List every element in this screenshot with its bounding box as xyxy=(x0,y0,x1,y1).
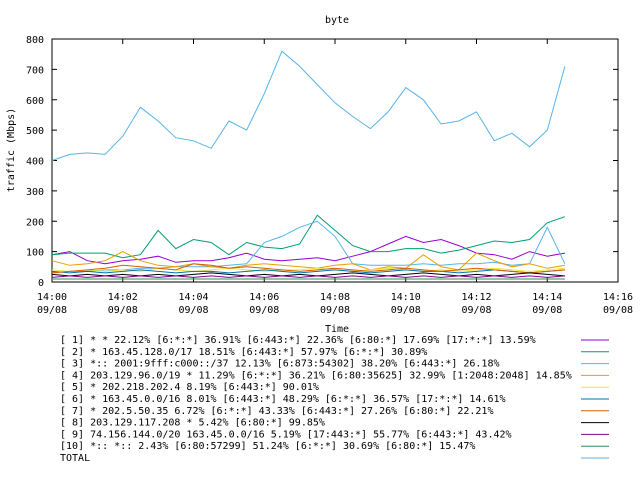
x-tick-date-label: 09/08 xyxy=(532,305,562,316)
series-layer xyxy=(51,50,566,280)
y-tick-label: 800 xyxy=(26,35,44,46)
legend-label-11: TOTAL xyxy=(60,453,90,464)
chart-svg: byte 0 100 200 300 400 500 600 700 800 14:00 09/0… xyxy=(6,15,633,464)
x-tick-date-label: 09/08 xyxy=(108,305,138,316)
x-tick-time-label: 14:02 xyxy=(108,292,138,303)
series-line-9 xyxy=(51,275,565,278)
x-tick-time-label: 14:00 xyxy=(37,292,67,303)
legend-label-1: [ 1] * * 22.12% [6:*:*] 36.91% [6:443:*]… xyxy=(60,335,536,346)
x-tick-time-label: 14:14 xyxy=(532,292,562,303)
legend-label-5: [ 5] * 202.218.202.4 8.19% [6:443:*] 90.… xyxy=(60,382,319,393)
series-line-2 xyxy=(51,214,566,259)
y-tick-label: 500 xyxy=(26,126,44,137)
x-tick-time-label: 14:08 xyxy=(320,292,350,303)
y-axis: 0 100 200 300 400 500 600 700 800 xyxy=(26,35,618,289)
legend-label-4: [ 4] 203.129.96.0/19 * 11.29% [6:*:*] 36… xyxy=(60,370,572,381)
x-tick-date-label: 09/08 xyxy=(37,305,67,316)
y-tick-label: 0 xyxy=(38,278,44,289)
x-tick-date-label: 09/08 xyxy=(461,305,491,316)
series-line-11 xyxy=(51,50,566,161)
x-tick-time-label: 14:12 xyxy=(461,292,491,303)
legend-label-8: [ 8] 203.129.117.208 * 5.42% [6:80:*] 99… xyxy=(60,418,325,429)
x-tick-time-label: 14:16 xyxy=(603,292,633,303)
x-tick-date-label: 09/08 xyxy=(178,305,208,316)
y-tick-label: 600 xyxy=(26,96,44,107)
y-tick-label: 400 xyxy=(26,157,44,168)
legend: [ 1] * * 22.12% [6:*:*] 36.91% [6:443:*]… xyxy=(60,335,609,464)
x-tick-date-label: 09/08 xyxy=(320,305,350,316)
y-axis-label: traffic (Mbps) xyxy=(6,108,17,192)
legend-label-10: [10] *:: *:: 2.43% [6:80:57299] 51.24% [… xyxy=(60,441,475,452)
x-tick-time-label: 14:04 xyxy=(178,292,208,303)
x-tick-date-label: 09/08 xyxy=(249,305,279,316)
x-tick-time-label: 14:06 xyxy=(249,292,279,303)
x-axis-label: Time xyxy=(325,324,349,335)
series-line-1 xyxy=(51,235,565,265)
x-tick-date-label: 09/08 xyxy=(391,305,421,316)
legend-label-2: [ 2] * 163.45.128.0/17 18.51% [6:443:*] … xyxy=(60,347,427,358)
series-line-8 xyxy=(51,272,565,277)
y-tick-label: 300 xyxy=(26,187,44,198)
y-tick-label: 700 xyxy=(26,65,44,76)
traffic-chart: byte 0 100 200 300 400 500 600 700 800 14:00 09/0… xyxy=(0,0,640,480)
legend-label-9: [ 9] 74.156.144.0/20 163.45.0.0/16 5.19%… xyxy=(60,429,512,440)
x-tick-date-label: 09/08 xyxy=(603,305,633,316)
x-tick-time-label: 14:10 xyxy=(391,292,421,303)
y-tick-label: 100 xyxy=(26,248,44,259)
chart-title: byte xyxy=(325,15,349,26)
legend-label-3: [ 3] *:: 2001:9fff:c000::/37 12.13% [6:8… xyxy=(60,359,500,370)
legend-label-6: [ 6] * 163.45.0.0/16 8.01% [6:443:*] 48.… xyxy=(60,394,506,405)
series-line-7 xyxy=(51,263,565,274)
y-tick-label: 200 xyxy=(26,217,44,228)
legend-label-7: [ 7] * 202.5.50.35 6.72% [6:*:*] 43.33% … xyxy=(60,406,493,417)
plot-frame xyxy=(51,38,619,283)
